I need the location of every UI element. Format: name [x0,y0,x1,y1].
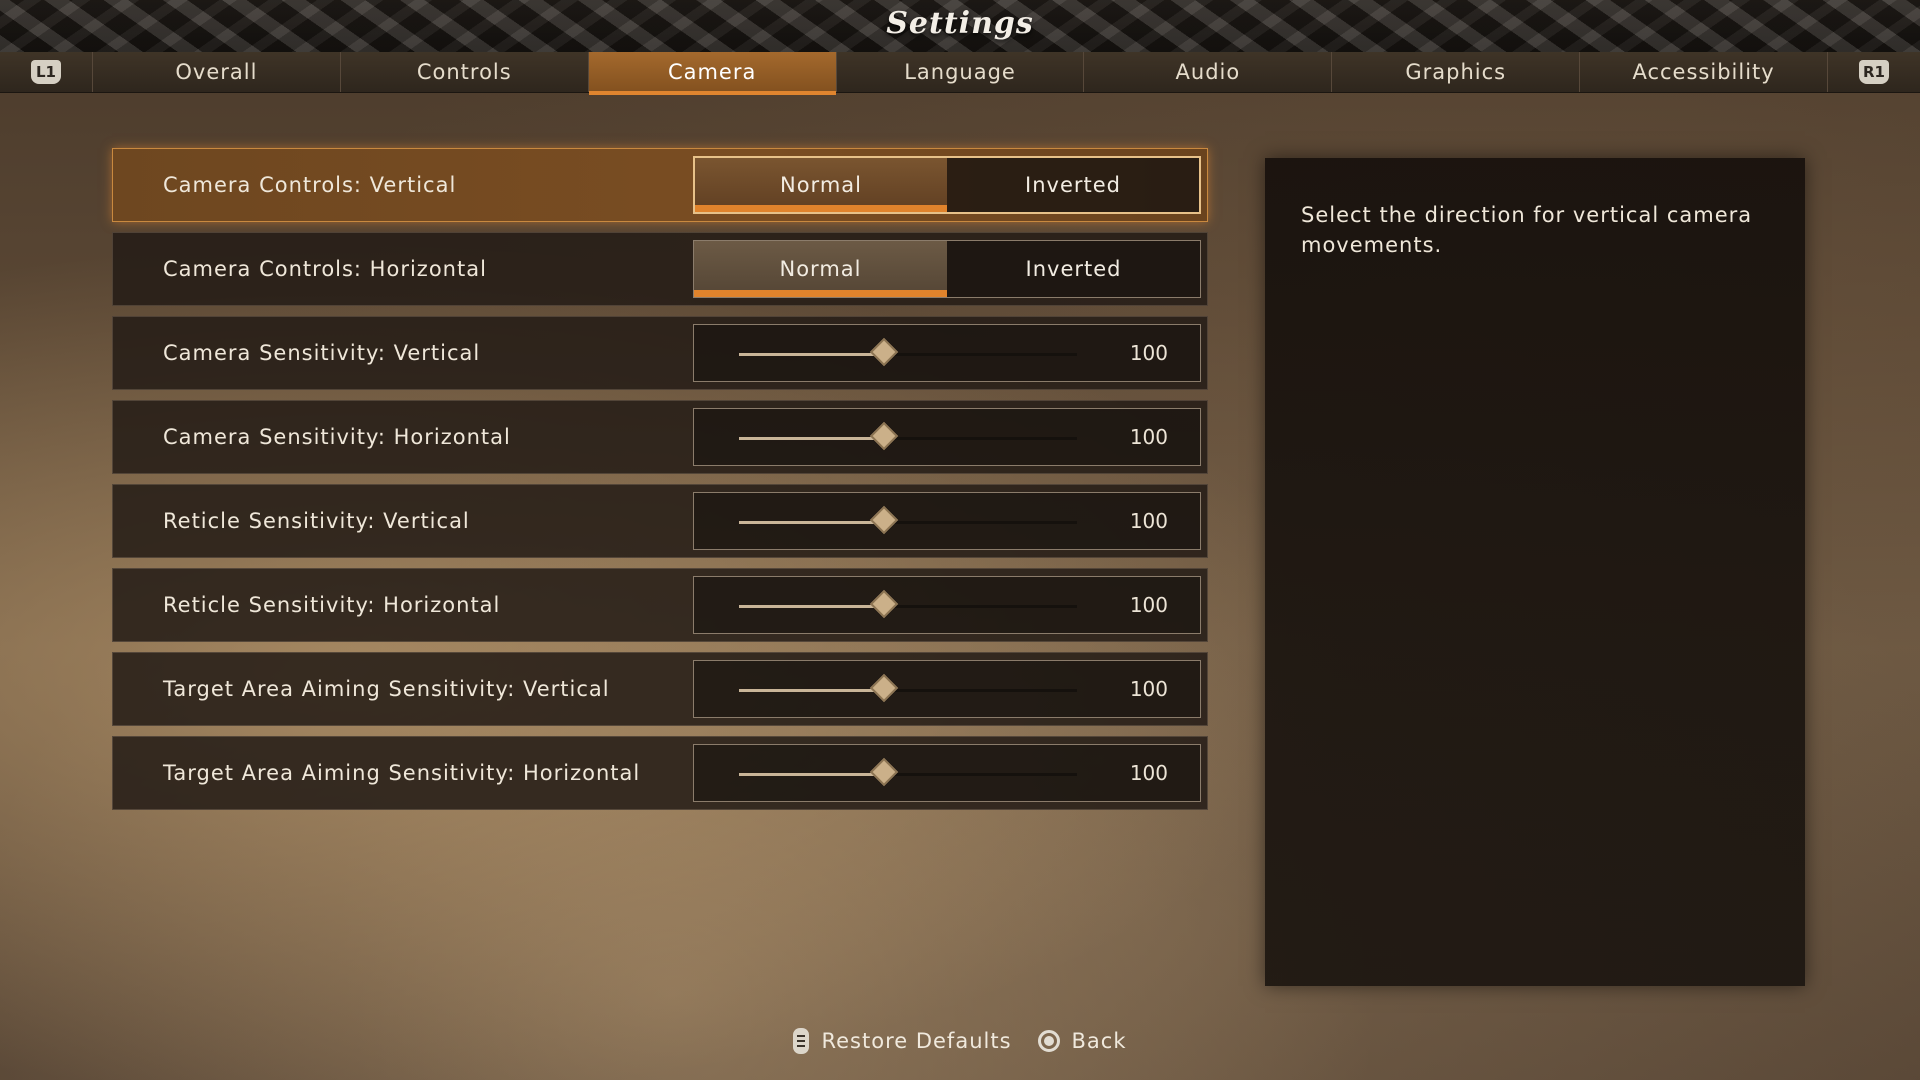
slider-fill [739,437,885,440]
slider-value: 100 [1129,761,1168,785]
slider-fill [739,605,885,608]
slider-value: 100 [1129,341,1168,365]
footer-hints: Restore Defaults Back [0,1022,1920,1060]
slider-handle[interactable] [870,337,899,367]
toggle-camera-controls-vertical[interactable]: Normal Inverted [693,156,1201,214]
slider-target-area-aiming-horizontal[interactable]: 100 [693,744,1201,802]
tab-audio[interactable]: Audio [1083,52,1331,92]
slider-fill [739,689,885,692]
setting-label: Target Area Aiming Sensitivity: Vertical [163,677,610,701]
settings-list: Camera Controls: Vertical Normal Inverte… [112,148,1208,820]
slider-value: 100 [1129,509,1168,533]
setting-row-camera-sensitivity-horizontal[interactable]: Camera Sensitivity: Horizontal 100 [112,400,1208,474]
slider-fill [739,353,885,356]
slider-camera-sensitivity-horizontal[interactable]: 100 [693,408,1201,466]
setting-label: Camera Sensitivity: Vertical [163,341,481,365]
slider-reticle-sensitivity-horizontal[interactable]: 100 [693,576,1201,634]
tab-accessibility[interactable]: Accessibility [1579,52,1829,92]
setting-label: Target Area Aiming Sensitivity: Horizont… [163,761,641,785]
tab-bar: L1 Overall Controls Camera Language Audi… [0,52,1920,95]
slider-value: 100 [1129,593,1168,617]
slider-target-area-aiming-vertical[interactable]: 100 [693,660,1201,718]
setting-label: Reticle Sensitivity: Horizontal [163,593,501,617]
setting-row-camera-controls-vertical[interactable]: Camera Controls: Vertical Normal Inverte… [112,148,1208,222]
prev-tab-shoulder[interactable]: L1 [0,52,92,92]
slider-value: 100 [1129,425,1168,449]
option-inverted[interactable]: Inverted [947,158,1199,212]
slider-track[interactable] [739,337,1077,367]
slider-fill [739,773,885,776]
description-panel: Select the direction for vertical camera… [1265,158,1805,986]
setting-row-camera-controls-horizontal[interactable]: Camera Controls: Horizontal Normal Inver… [112,232,1208,306]
tab-camera[interactable]: Camera [587,52,836,95]
back-hint[interactable]: Back [1037,1029,1127,1053]
setting-row-reticle-sensitivity-horizontal[interactable]: Reticle Sensitivity: Horizontal 100 [112,568,1208,642]
option-inverted[interactable]: Inverted [947,241,1200,297]
slider-camera-sensitivity-vertical[interactable]: 100 [693,324,1201,382]
setting-row-camera-sensitivity-vertical[interactable]: Camera Sensitivity: Vertical 100 [112,316,1208,390]
slider-track[interactable] [739,505,1077,535]
page-title: Settings [886,6,1034,41]
description-text: Select the direction for vertical camera… [1301,203,1753,257]
setting-label: Camera Controls: Horizontal [163,257,487,281]
slider-reticle-sensitivity-vertical[interactable]: 100 [693,492,1201,550]
slider-value: 100 [1129,677,1168,701]
tab-overall[interactable]: Overall [92,52,340,92]
back-label: Back [1071,1029,1127,1053]
setting-row-reticle-sensitivity-vertical[interactable]: Reticle Sensitivity: Vertical 100 [112,484,1208,558]
slider-track[interactable] [739,757,1077,787]
circle-button-icon [1037,1030,1060,1052]
slider-handle[interactable] [870,589,899,619]
tab-language[interactable]: Language [835,52,1084,92]
option-normal[interactable]: Normal [695,158,947,212]
next-tab-shoulder[interactable]: R1 [1828,52,1920,92]
options-button-icon [793,1028,810,1054]
toggle-camera-controls-horizontal[interactable]: Normal Inverted [693,240,1201,298]
setting-label: Reticle Sensitivity: Vertical [163,509,470,533]
restore-defaults-label: Restore Defaults [821,1029,1012,1053]
setting-label: Camera Sensitivity: Horizontal [163,425,511,449]
slider-track[interactable] [739,673,1077,703]
setting-row-target-area-aiming-horizontal[interactable]: Target Area Aiming Sensitivity: Horizont… [112,736,1208,810]
slider-handle[interactable] [870,673,899,703]
slider-handle[interactable] [870,757,899,787]
slider-handle[interactable] [870,505,899,535]
option-normal[interactable]: Normal [694,241,947,297]
setting-label: Camera Controls: Vertical [163,173,457,197]
slider-track[interactable] [739,421,1077,451]
slider-fill [739,521,885,524]
tab-graphics[interactable]: Graphics [1331,52,1579,92]
restore-defaults-hint[interactable]: Restore Defaults [793,1028,1011,1054]
slider-track[interactable] [739,589,1077,619]
l1-button-icon[interactable]: L1 [31,60,61,84]
tab-controls[interactable]: Controls [339,52,588,92]
setting-row-target-area-aiming-vertical[interactable]: Target Area Aiming Sensitivity: Vertical… [112,652,1208,726]
r1-button-icon[interactable]: R1 [1859,60,1889,84]
slider-handle[interactable] [870,421,899,451]
